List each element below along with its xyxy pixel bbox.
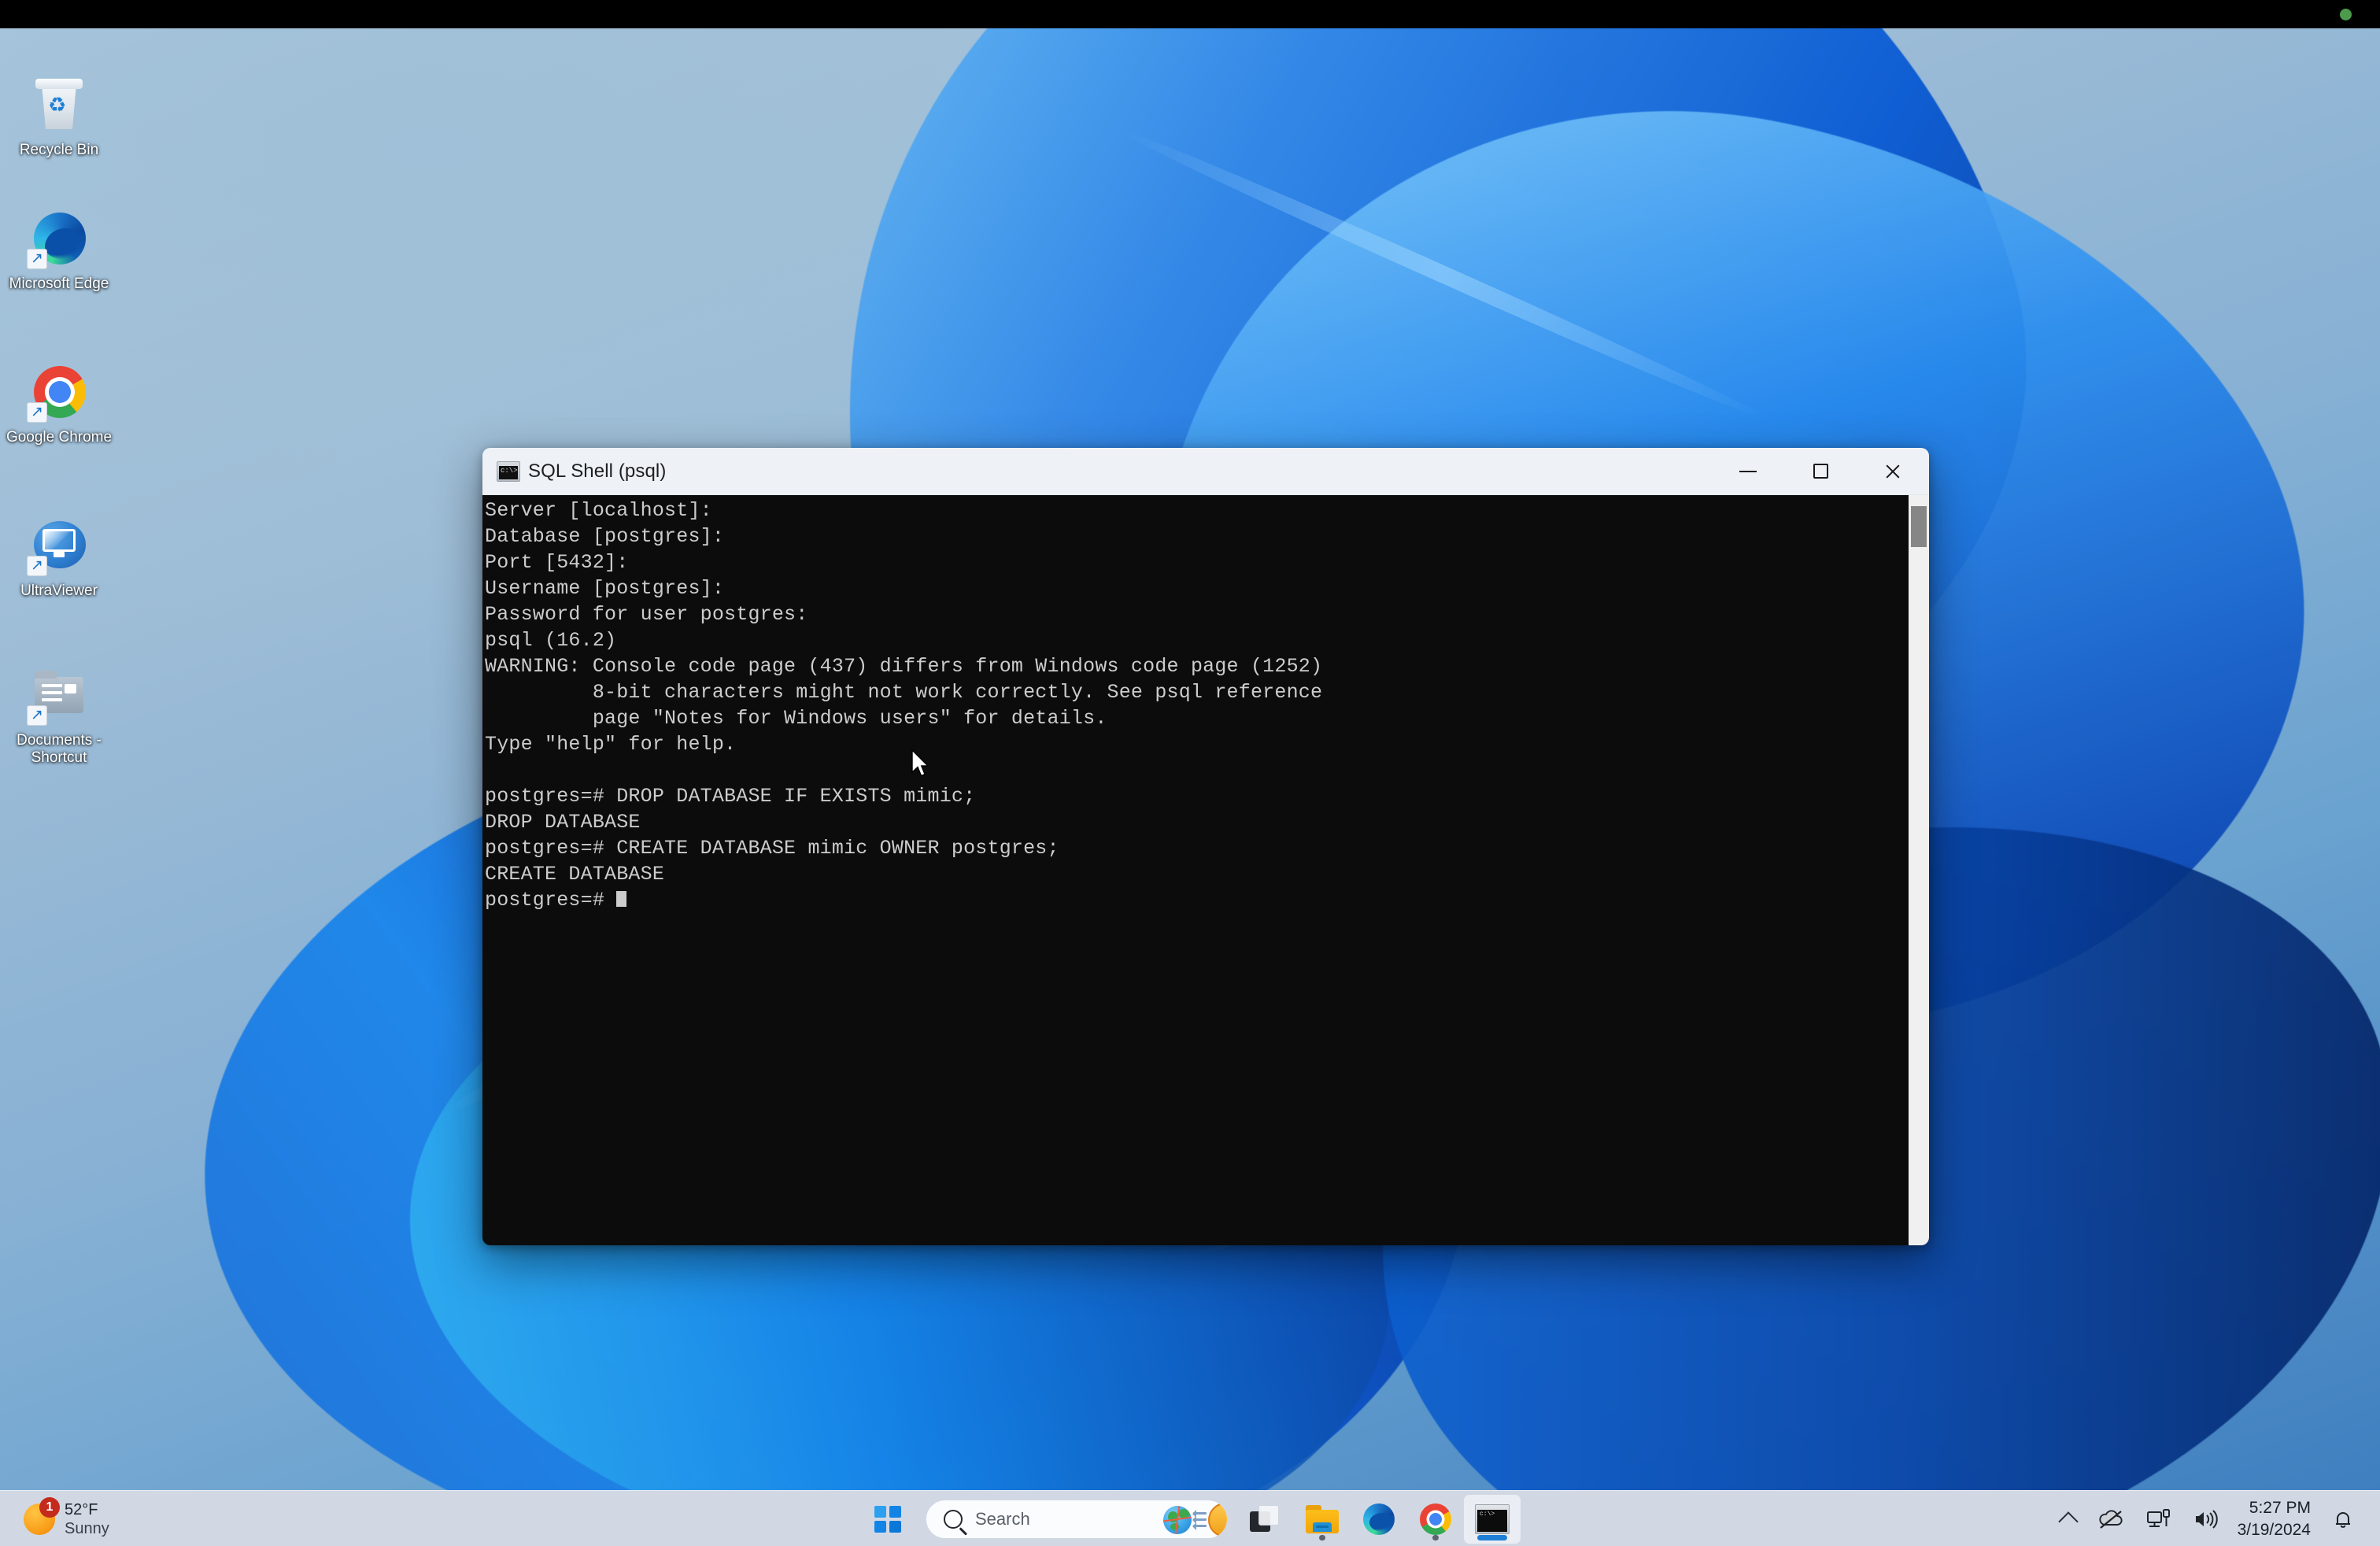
console-line: Type "help" for help. (485, 731, 1909, 757)
documents-folder-icon: ↗ (29, 666, 89, 724)
desktop-icon-ultraviewer[interactable]: ↗ UltraViewer (0, 516, 118, 600)
running-indicator (1432, 1535, 1439, 1540)
windows-start-icon (874, 1506, 901, 1533)
recycle-bin-icon: ♻ (29, 76, 89, 134)
console-icon: c:\> (1475, 1504, 1510, 1534)
active-window-indicator (1477, 1535, 1507, 1540)
desktop-icon-label: UltraViewer (20, 583, 98, 599)
show-hidden-icons-button[interactable] (2050, 1497, 2086, 1541)
desktop-icon-google-chrome[interactable]: ↗ Google Chrome (0, 363, 118, 446)
close-button[interactable] (1857, 448, 1929, 495)
scrollbar-thumb[interactable] (1911, 506, 1927, 547)
microsoft-edge-icon: ↗ (29, 209, 89, 268)
volume-icon (2193, 1508, 2219, 1530)
task-view-icon (1250, 1505, 1281, 1533)
notifications-button[interactable] (2320, 1497, 2366, 1541)
console-line: Server [localhost]: (485, 497, 1909, 523)
taskbar-item-microsoft-edge[interactable] (1351, 1495, 1407, 1544)
search-icon (944, 1510, 963, 1529)
desktop[interactable]: ♻ Recycle Bin ↗ Microsoft Edge ↗ Google … (0, 28, 2380, 1490)
clock-date: 3/19/2024 (2238, 1519, 2311, 1541)
taskbar-center-cluster: Search (859, 1491, 1521, 1546)
console-output[interactable]: Server [localhost]:Database [postgres]:P… (482, 495, 1909, 1245)
clock-time: 5:27 PM (2238, 1497, 2311, 1519)
shortcut-arrow-icon: ↗ (27, 556, 47, 576)
recording-bar (0, 0, 2380, 28)
system-tray: 5:27 PM 3/19/2024 (2050, 1491, 2366, 1546)
google-chrome-icon: ↗ (29, 363, 89, 421)
desktop-icon-microsoft-edge[interactable]: ↗ Microsoft Edge (0, 209, 118, 293)
taskbar-weather-widget[interactable]: 1 52°F Sunny (24, 1499, 109, 1540)
taskbar[interactable]: 1 52°F Sunny Search (0, 1490, 2380, 1546)
network-button[interactable] (2135, 1497, 2182, 1541)
bell-icon (2331, 1507, 2355, 1531)
console-line: 8-bit characters might not work correctl… (485, 679, 1909, 705)
globe-icon (1163, 1506, 1192, 1534)
console-line: DROP DATABASE (485, 809, 1909, 835)
recording-dot-icon (2340, 9, 2352, 20)
taskbar-item-file-explorer[interactable] (1294, 1495, 1351, 1544)
mouse-cursor (911, 749, 931, 779)
sun-icon: 1 (24, 1503, 55, 1535)
desktop-icon-recycle-bin[interactable]: ♻ Recycle Bin (0, 76, 118, 159)
console-line: Database [postgres]: (485, 523, 1909, 549)
console-line: postgres=# DROP DATABASE IF EXISTS mimic… (485, 783, 1909, 809)
console-line: CREATE DATABASE (485, 861, 1909, 887)
taskbar-item-sql-shell-psql[interactable]: c:\> (1464, 1495, 1521, 1544)
desktop-icon-label: Recycle Bin (20, 142, 98, 158)
desktop-icon-label: Documents - Shortcut (17, 732, 102, 766)
search-placeholder: Search (975, 1509, 1030, 1529)
taskbar-item-task-view[interactable] (1237, 1495, 1294, 1544)
clock[interactable]: 5:27 PM 3/19/2024 (2230, 1497, 2320, 1541)
maximize-button[interactable] (1784, 448, 1857, 495)
console-line: WARNING: Console code page (437) differs… (485, 653, 1909, 679)
desktop-icon-label: Microsoft Edge (9, 276, 109, 292)
screen: ♻ Recycle Bin ↗ Microsoft Edge ↗ Google … (0, 0, 2380, 1546)
console-prompt-line: postgres=# (485, 887, 1909, 913)
desktop-icon-label: Google Chrome (6, 429, 112, 446)
google-chrome-icon (1420, 1503, 1451, 1535)
onedrive-status-button[interactable] (2086, 1497, 2135, 1541)
console-line: Username [postgres]: (485, 575, 1909, 601)
console-line: Port [5432]: (485, 549, 1909, 575)
shortcut-arrow-icon: ↗ (27, 249, 47, 269)
console-line: Password for user postgres: (485, 601, 1909, 627)
sql-shell-window[interactable]: c:\> SQL Shell (psql) Server [localhost]… (482, 448, 1929, 1245)
start-button[interactable] (859, 1495, 916, 1544)
console-area[interactable]: Server [localhost]:Database [postgres]:P… (482, 495, 1929, 1245)
console-prompt-text: postgres=# (485, 889, 616, 912)
console-line: psql (16.2) (485, 627, 1909, 653)
weather-badge: 1 (39, 1497, 60, 1518)
network-icon (2146, 1508, 2171, 1530)
chevron-up-icon (2058, 1511, 2078, 1531)
console-line: page "Notes for Windows users" for detai… (485, 705, 1909, 731)
arrows-icon (1193, 1512, 1207, 1527)
sun-half-icon (1208, 1503, 1228, 1537)
window-title: SQL Shell (psql) (528, 460, 666, 483)
console-line (485, 757, 1909, 783)
window-titlebar[interactable]: c:\> SQL Shell (psql) (482, 448, 1929, 495)
onedrive-offline-icon (2097, 1508, 2124, 1530)
console-line: postgres=# CREATE DATABASE mimic OWNER p… (485, 835, 1909, 861)
volume-button[interactable] (2182, 1497, 2230, 1541)
taskbar-item-google-chrome[interactable] (1407, 1495, 1464, 1544)
ultraviewer-icon: ↗ (29, 516, 89, 575)
globe-sun-widget-icon[interactable] (1153, 1500, 1227, 1539)
window-controls (1712, 448, 1929, 495)
weather-condition: Sunny (65, 1519, 109, 1538)
search-box[interactable]: Search (926, 1500, 1228, 1539)
weather-text: 52°F Sunny (65, 1500, 109, 1538)
shortcut-arrow-icon: ↗ (27, 705, 47, 726)
desktop-icon-documents-shortcut[interactable]: ↗ Documents - Shortcut (0, 666, 118, 767)
shortcut-arrow-icon: ↗ (27, 402, 47, 423)
console-scrollbar[interactable] (1909, 495, 1929, 1245)
minimize-button[interactable] (1712, 448, 1784, 495)
file-explorer-icon (1306, 1505, 1339, 1533)
microsoft-edge-icon (1363, 1503, 1395, 1535)
console-icon: c:\> (497, 461, 520, 482)
weather-temperature: 52°F (65, 1500, 109, 1519)
running-indicator (1319, 1535, 1325, 1540)
console-cursor (616, 891, 626, 907)
